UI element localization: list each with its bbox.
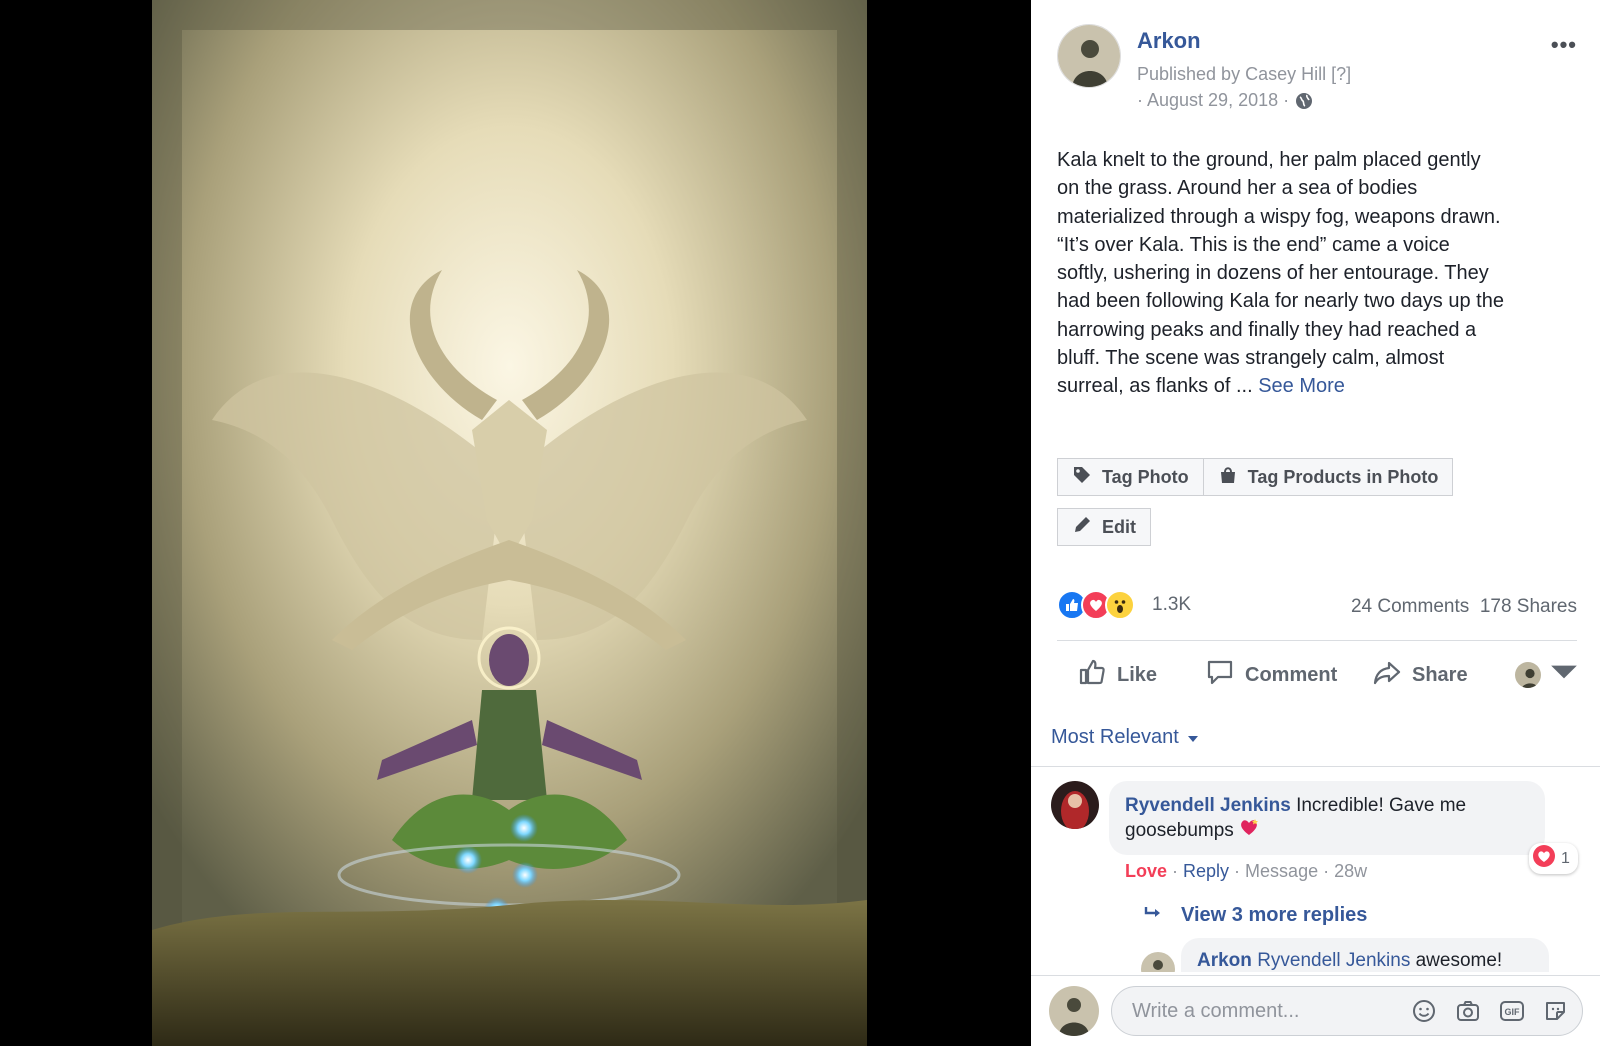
reply-text: awesome! [1415,950,1503,971]
svg-text:GIF: GIF [1505,1007,1521,1017]
comment-sort-dropdown[interactable]: Most Relevant [1051,726,1199,749]
comment-age[interactable]: 28w [1334,861,1367,881]
comment-label: Comment [1245,663,1338,686]
reaction-count[interactable]: 1.3K [1152,594,1191,616]
post-text-line: bluff. The scene was strangely calm, alm… [1057,347,1445,370]
post-side-panel: Arkon Published by Casey Hill [?] · Augu… [1031,0,1600,1046]
post-dateline: · August 29, 2018 · [1137,90,1313,111]
separator: · [1318,861,1335,881]
post-actions: Like Comment Share [1057,652,1577,698]
photo-viewer [0,0,1031,1046]
love-reaction-icon [1533,845,1555,872]
see-more-link[interactable]: See More [1258,375,1345,397]
post-text-line: on the grass. Around her a sea of bodies [1057,177,1418,200]
comment-bubble: Ryvendell Jenkins Incredible! Gave me go… [1109,781,1545,855]
speech-bubble-icon [1205,657,1235,693]
comments-count[interactable]: 24 Comments [1351,596,1469,617]
composer-avatar [1049,986,1099,1036]
view-more-replies-link[interactable]: View 3 more replies [1143,904,1367,927]
page-avatar[interactable] [1057,24,1121,88]
caret-down-icon [1187,726,1199,749]
published-by-text: Published by Casey Hill [1137,64,1327,84]
shares-count[interactable]: 178 Shares [1480,596,1577,617]
artwork-illustration [152,0,867,1046]
actor-avatar [1515,662,1541,688]
comment-composer: GIF [1031,975,1600,1046]
sticker-icon[interactable] [1543,998,1569,1024]
pencil-icon [1072,515,1092,540]
reactions-summary: 1.3K 24 Comments 178 Shares [1057,590,1577,624]
reply-item: Arkon Ryvendell Jenkins awesome! [1141,938,1591,972]
caret-down-icon [1549,657,1579,693]
sort-label: Most Relevant [1051,726,1179,748]
tag-products-button[interactable]: Tag Products in Photo [1203,458,1454,496]
post-header: Arkon Published by Casey Hill [?] · Augu… [1057,24,1577,110]
published-help-link[interactable]: [?] [1331,64,1351,84]
post-text-last-line: surreal, as flanks of ... See More [1057,372,1577,400]
thumbs-up-icon [1077,657,1107,693]
tag-buttons: Tag Photo Tag Products in Photo [1057,458,1454,496]
reply-arrow-icon [1143,904,1163,927]
comment-text: goosebumps [1125,820,1234,841]
post-text-line: surreal, as flanks of ... [1057,375,1253,398]
page-name[interactable]: Arkon [1137,28,1201,54]
reply-bubble: Arkon Ryvendell Jenkins awesome! [1181,938,1549,972]
edit-button[interactable]: Edit [1057,508,1151,546]
post-text-line: Kala knelt to the ground, her palm place… [1057,149,1481,171]
wow-reaction-icon [1105,590,1135,620]
interact-as-selector[interactable] [1515,652,1579,698]
comment-text: Incredible! Gave me [1296,795,1467,816]
like-label: Like [1117,663,1158,686]
gif-icon[interactable]: GIF [1499,998,1525,1024]
emoji-icon[interactable] [1411,998,1437,1024]
comment-button[interactable]: Comment [1205,652,1337,698]
tag-icon [1072,465,1092,490]
comment-love-button[interactable]: Love [1125,861,1167,881]
post-text-line: materialized through a wispy fog, weapon… [1057,205,1501,228]
tag-photo-button[interactable]: Tag Photo [1057,458,1204,496]
separator: · [1229,861,1246,881]
more-options-button[interactable]: ••• [1551,32,1577,58]
post-text: Kala knelt to the ground, her palm place… [1057,146,1577,401]
post-text-line: “It’s over Kala. This is the end” came a… [1057,233,1450,256]
reaction-icons[interactable] [1057,590,1135,620]
comment-meta: Love · Reply · Message · 28w [1125,861,1367,882]
divider [1031,766,1600,767]
post-text-line: had been following Kala for nearly two d… [1057,290,1504,313]
comment-author[interactable]: Ryvendell Jenkins [1125,795,1291,816]
post-stats: 24 Comments 178 Shares [1351,596,1577,618]
comment-reaction-count: 1 [1561,849,1570,867]
post-date[interactable]: · August 29, 2018 · [1137,90,1289,111]
tag-photo-label: Tag Photo [1102,466,1189,487]
camera-icon[interactable] [1455,998,1481,1024]
share-button[interactable]: Share [1372,652,1468,698]
comment-message-button[interactable]: Message [1245,861,1318,881]
edit-row: Edit [1057,508,1151,546]
globe-icon[interactable] [1295,92,1313,110]
composer-tools: GIF [1411,998,1569,1024]
sparkling-heart-icon [1239,819,1259,841]
tag-products-label: Tag Products in Photo [1247,466,1439,487]
edit-label: Edit [1102,516,1136,537]
like-button[interactable]: Like [1077,652,1157,698]
published-by: Published by Casey Hill [?] [1137,64,1351,85]
reply-author[interactable]: Arkon [1197,950,1252,971]
commenter-avatar[interactable] [1051,781,1099,829]
post-text-line: softly, ushering in dozens of her entour… [1057,262,1489,285]
reply-avatar[interactable] [1141,952,1175,972]
comment-reply-button[interactable]: Reply [1183,861,1229,881]
view-more-replies-label: View 3 more replies [1181,904,1368,926]
divider [1057,640,1577,641]
comment-reaction-badge[interactable]: 1 [1529,843,1578,874]
separator: · [1167,861,1184,881]
post-text-line: harrowing peaks and finally they had rea… [1057,318,1477,341]
share-label: Share [1412,663,1468,686]
shopping-bag-icon [1218,465,1238,490]
post-photo[interactable] [152,0,867,1046]
share-arrow-icon [1372,657,1402,693]
reply-mention[interactable]: Ryvendell Jenkins [1257,950,1410,971]
